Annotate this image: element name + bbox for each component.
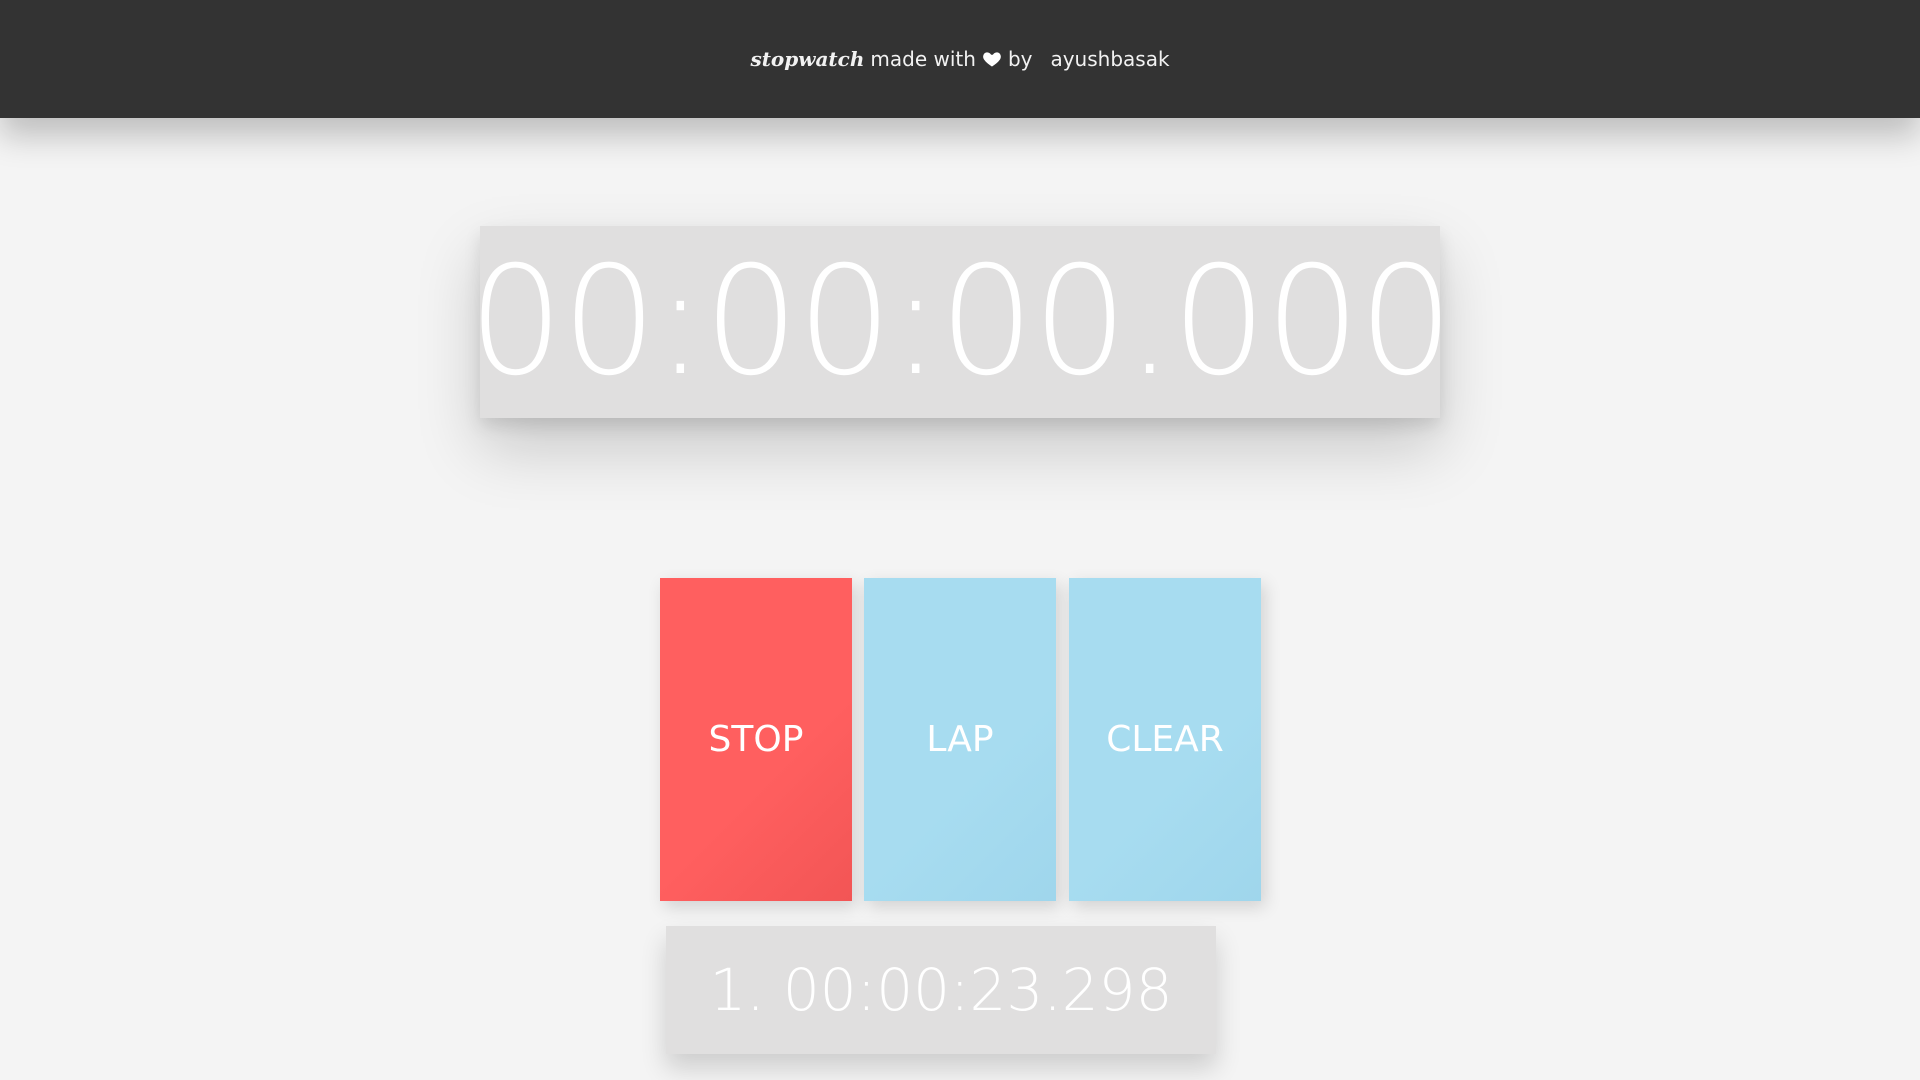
heart-icon [983,52,1001,67]
lap-index: 1. [709,956,765,1024]
clear-button[interactable]: CLEAR [1069,578,1261,901]
timer-display: 00:00:00.000 [468,226,1454,418]
made-with-text: made with [870,47,976,71]
author-link[interactable]: ayushbasak [1050,47,1169,71]
lap-list-item: 1. 00:00:23.298 [666,926,1216,1054]
stop-button[interactable]: STOP [660,578,852,901]
lap-time: 00:00:23.298 [782,956,1173,1024]
lap-button[interactable]: LAP [864,578,1056,901]
header-bar: stopwatch made with by ayushbasak [0,0,1920,118]
by-text: by [1007,47,1033,71]
brand-name: stopwatch [750,47,865,71]
